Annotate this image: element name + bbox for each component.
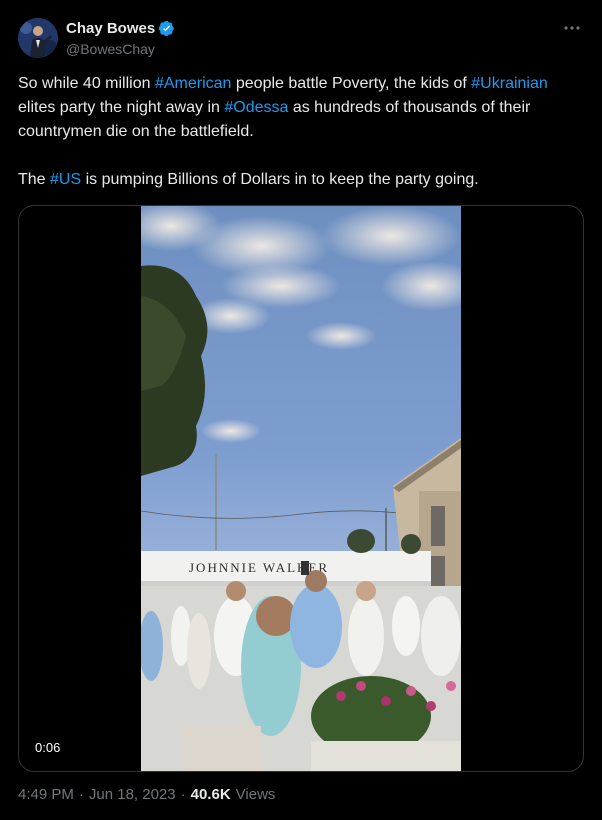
text-segment: is pumping Billions of Dollars in to kee…	[81, 171, 479, 188]
text-segment: elites party the night away in	[18, 99, 225, 116]
more-options-icon[interactable]	[560, 18, 584, 38]
verified-badge-icon	[158, 21, 174, 36]
tweet: Chay Bowes @BowesChay So while 40 millio…	[0, 0, 602, 820]
author-name[interactable]: Chay Bowes	[66, 20, 155, 37]
tweet-paragraph-1: So while 40 million #American people bat…	[18, 72, 584, 144]
video-thumbnail: JOHNNIE WALKER	[141, 206, 461, 771]
meta-separator: ·	[180, 786, 186, 803]
hashtag-ukrainian[interactable]: #Ukrainian	[471, 75, 547, 92]
video-duration: 0:06	[31, 738, 65, 757]
hashtag-odessa[interactable]: #Odessa	[224, 99, 288, 116]
tweet-date[interactable]: Jun 18, 2023	[89, 786, 176, 803]
tweet-text: So while 40 million #American people bat…	[18, 72, 584, 192]
meta-separator: ·	[78, 786, 84, 803]
text-segment: The	[18, 171, 51, 188]
hashtag-american[interactable]: #American	[155, 75, 231, 92]
text-segment: people battle Poverty, the kids of	[231, 75, 472, 92]
tweet-paragraph-2: The #US is pumping Billions of Dollars i…	[18, 168, 584, 192]
avatar[interactable]	[18, 18, 58, 58]
views-label: Views	[235, 786, 276, 803]
author-name-row[interactable]: Chay Bowes	[66, 20, 175, 37]
hashtag-us[interactable]: #US	[50, 171, 81, 188]
views-count: 40.6K	[190, 786, 231, 803]
author-handle[interactable]: @BowesChay	[66, 41, 155, 57]
tweet-meta: 4:49 PM · Jun 18, 2023 · 40.6K Views	[18, 786, 275, 803]
video-frame[interactable]: JOHNNIE WALKER	[141, 206, 461, 771]
video-player[interactable]: JOHNNIE WALKER 0:06	[18, 205, 584, 772]
text-segment: So while 40 million	[18, 75, 155, 92]
tweet-time[interactable]: 4:49 PM	[18, 786, 74, 803]
tweet-header: Chay Bowes @BowesChay	[18, 16, 588, 64]
avatar-image	[18, 18, 58, 58]
